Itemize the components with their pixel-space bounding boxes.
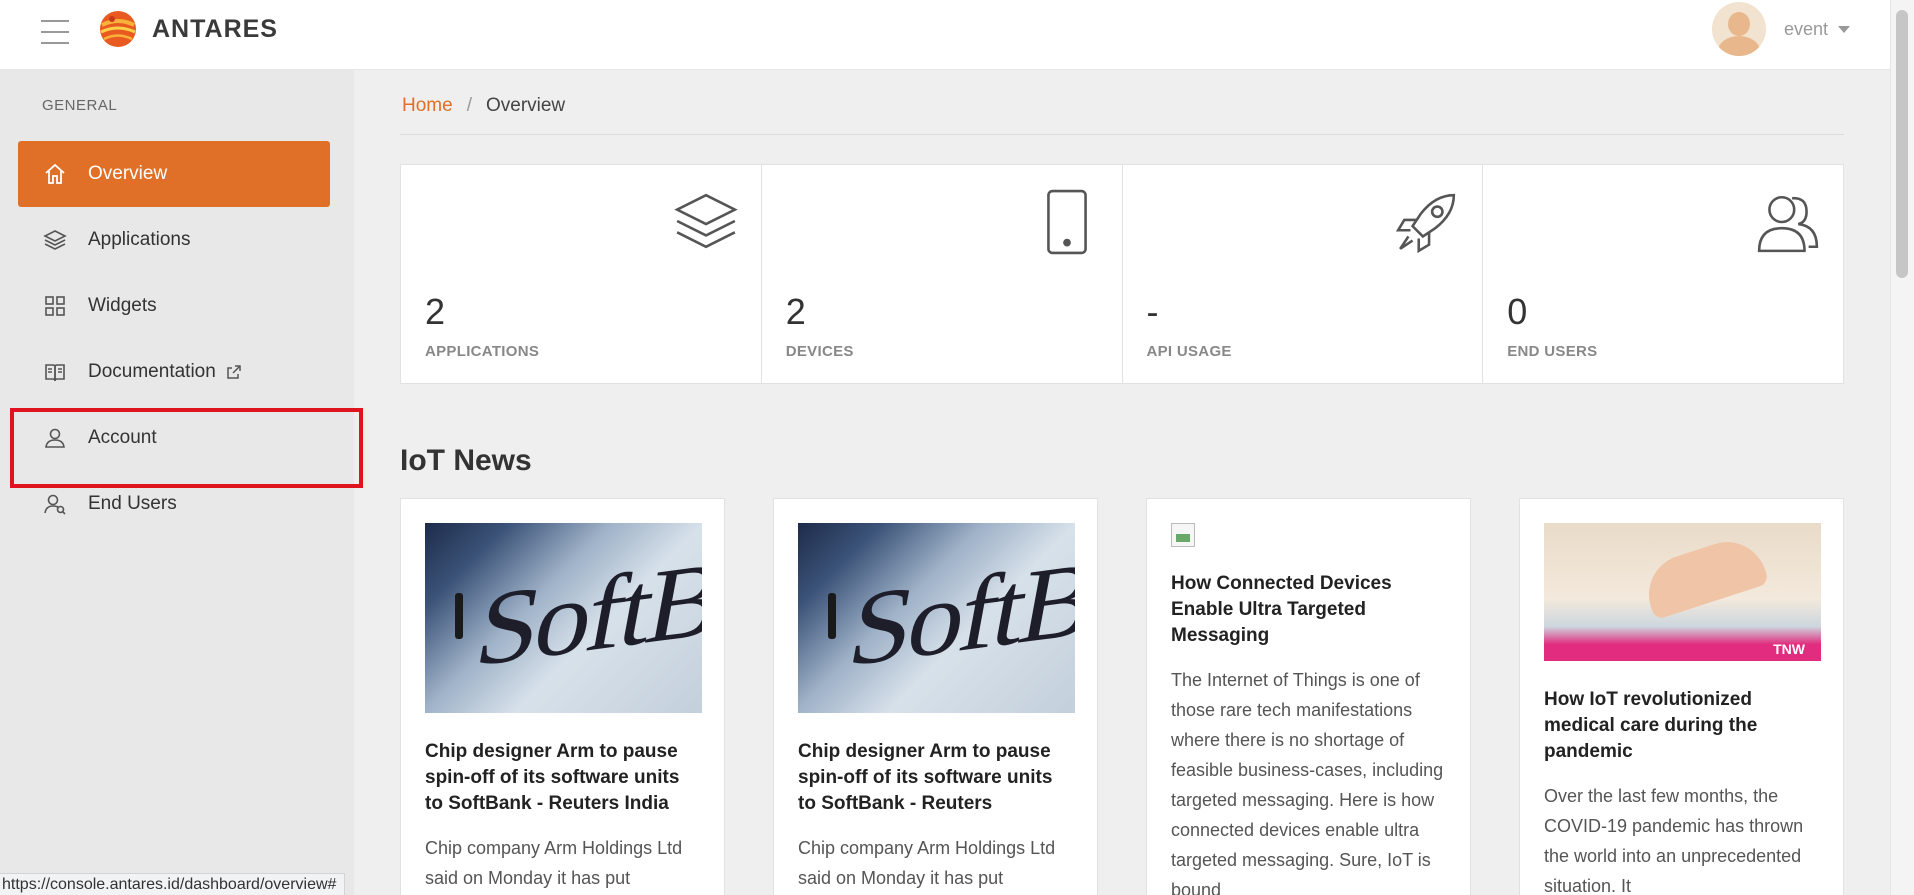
news-grid: SoftBank Chip designer Arm to pause spin… [400, 498, 1844, 895]
avatar [1711, 2, 1766, 56]
user-menu[interactable]: event [1711, 2, 1850, 56]
stat-label: API USAGE [1146, 343, 1232, 360]
top-bar: ANTARES event [0, 0, 1890, 70]
news-card[interactable]: SoftBank Chip designer Arm to pause spin… [400, 498, 725, 895]
user-search-icon [42, 491, 68, 517]
news-headline[interactable]: Chip designer Arm to pause spin-off of i… [425, 739, 700, 817]
news-card[interactable]: How Connected Devices Enable Ultra Targe… [1146, 498, 1471, 895]
news-image: TNW [1544, 523, 1821, 661]
stat-api-usage[interactable]: - API USAGE [1123, 165, 1484, 383]
layers-icon [673, 193, 738, 249]
news-image: SoftBank [798, 523, 1075, 713]
stat-value: 0 [1507, 291, 1528, 332]
stats-panel: 2 APPLICATIONS 2 DEVICES - API USAGE 0 E… [400, 164, 1844, 384]
news-excerpt: Chip company Arm Holdings Ltd said on Mo… [798, 838, 1056, 888]
user-icon [42, 425, 68, 451]
tablet-icon [1046, 189, 1087, 255]
stat-label: END USERS [1507, 343, 1598, 360]
news-headline[interactable]: How Connected Devices Enable Ultra Targe… [1171, 571, 1446, 649]
layers-icon [42, 227, 68, 253]
breadcrumb-separator: / [466, 95, 472, 116]
divider [400, 134, 1844, 135]
stat-label: APPLICATIONS [425, 343, 540, 360]
brand[interactable]: ANTARES [98, 9, 278, 49]
page-scrollbar[interactable] [1890, 0, 1914, 895]
sidebar-item-label: Account [88, 427, 157, 448]
main-content: Home / Overview 2 APPLICATIONS 2 DEVICES… [354, 70, 1890, 895]
news-headline[interactable]: Chip designer Arm to pause spin-off of i… [798, 739, 1073, 817]
sidebar-item-widgets[interactable]: Widgets [18, 273, 330, 339]
stat-label: DEVICES [785, 343, 854, 360]
user-name: event [1783, 18, 1828, 39]
sidebar-item-label: Overview [88, 163, 168, 184]
grid-icon [42, 293, 68, 319]
brand-name: ANTARES [152, 14, 278, 43]
sidebar: GENERAL Overview Applications Widgets Do… [0, 70, 354, 895]
news-excerpt: The Internet of Things is one of those r… [1171, 670, 1444, 895]
news-headline[interactable]: How IoT revolutionized medical care duri… [1544, 687, 1819, 765]
breadcrumb-current: Overview [485, 95, 566, 116]
image-badge: TNW [1773, 641, 1805, 657]
status-bar-url: https://console.antares.id/dashboard/ove… [0, 873, 346, 895]
broken-image-icon [1171, 523, 1195, 547]
sidebar-item-end-users[interactable]: End Users [18, 471, 330, 537]
stat-value: 2 [425, 291, 446, 332]
news-excerpt: Over the last few months, the COVID-19 p… [1544, 786, 1804, 895]
breadcrumb: Home / Overview [402, 95, 565, 117]
book-icon [42, 359, 68, 385]
sidebar-item-label: Applications [88, 229, 191, 250]
sidebar-item-label: Documentation [88, 361, 216, 382]
news-image: SoftBank [425, 523, 702, 713]
stat-value: 2 [785, 291, 806, 332]
stat-applications[interactable]: 2 APPLICATIONS [401, 165, 762, 383]
external-link-icon [227, 365, 241, 379]
sidebar-item-applications[interactable]: Applications [18, 207, 330, 273]
news-card[interactable]: TNW How IoT revolutionized medical care … [1519, 498, 1844, 895]
sidebar-item-label: Widgets [88, 295, 157, 316]
sidebar-heading: GENERAL [42, 97, 118, 114]
antares-logo-icon [100, 11, 136, 47]
stat-devices[interactable]: 2 DEVICES [762, 165, 1123, 383]
chevron-down-icon [1838, 25, 1850, 33]
hamburger-menu-icon[interactable] [41, 20, 69, 44]
news-card[interactable]: SoftBank Chip designer Arm to pause spin… [773, 498, 1098, 895]
home-icon [42, 161, 68, 187]
scrollbar-thumb[interactable] [1896, 10, 1908, 278]
stat-end-users[interactable]: 0 END USERS [1483, 165, 1843, 383]
stat-value: - [1146, 291, 1159, 332]
news-section-title: IoT News [400, 444, 532, 477]
sidebar-item-documentation[interactable]: Documentation [18, 339, 330, 405]
users-icon [1757, 195, 1819, 253]
sidebar-item-label: End Users [88, 493, 177, 514]
breadcrumb-home-link[interactable]: Home [402, 95, 453, 117]
rocket-icon [1396, 193, 1456, 254]
sidebar-item-overview[interactable]: Overview [18, 141, 330, 207]
news-excerpt: Chip company Arm Holdings Ltd said on Mo… [425, 838, 683, 888]
sidebar-item-account[interactable]: Account [18, 405, 330, 471]
